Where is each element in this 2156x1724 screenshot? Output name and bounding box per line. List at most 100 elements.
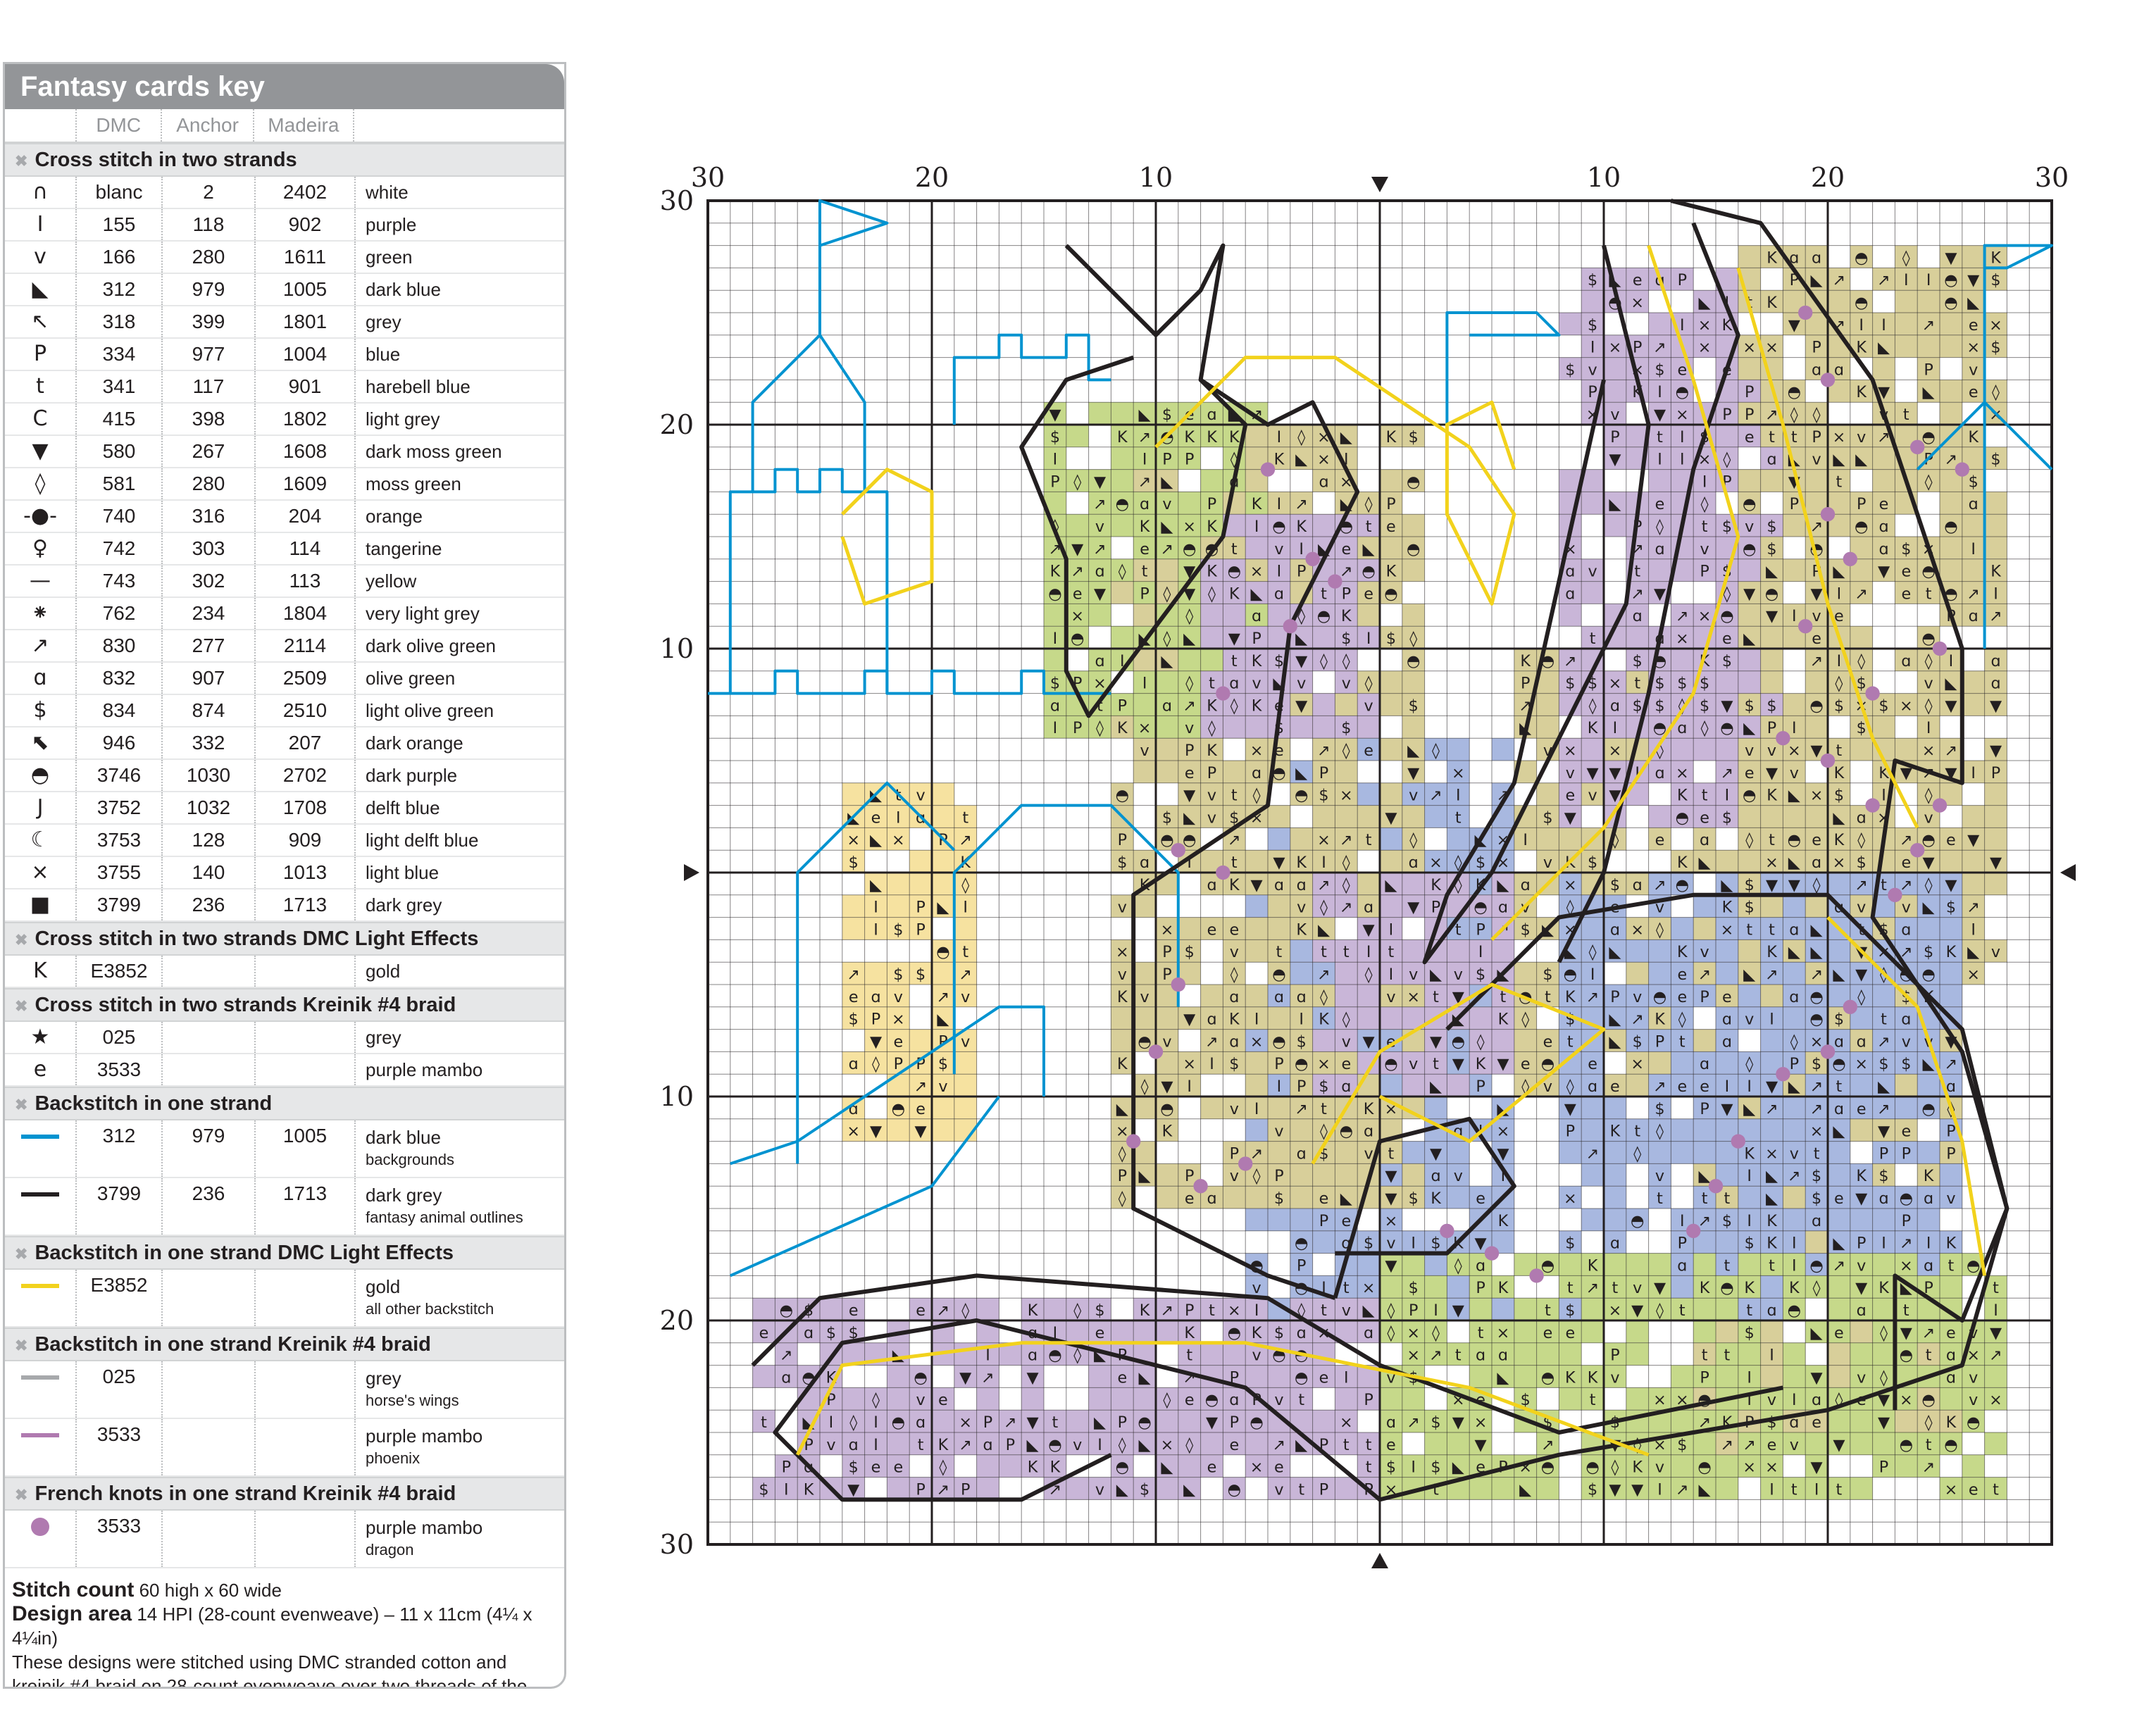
stitch-symbol: e [1700,808,1709,827]
stitch-symbol: ◓ [1361,563,1375,581]
stitch-cell [1716,1454,1738,1478]
stitch-symbol: $ [1766,697,1776,715]
madeira-code: 1713 [256,889,356,920]
stitch-symbol: ▼ [1251,876,1264,894]
stitch-symbol: I [1881,316,1886,335]
stitch-cell [1223,761,1246,783]
stitch-symbol: ɑ [1319,473,1328,491]
stitch-symbol: ◣ [1699,294,1712,312]
stitch-symbol: $ [916,966,926,984]
stitch-symbol: ↗ [1855,585,1868,603]
stitch-symbol: ↗ [1295,495,1308,513]
stitch-symbol: ↗ [1945,1055,1958,1073]
stitch-symbol: $ [1722,652,1732,670]
stitch-symbol: × [1900,1256,1913,1275]
stitch-cell [1290,827,1313,851]
stitch-symbol: P [1745,383,1754,401]
stitch-cell [1312,1029,1335,1052]
stitch-symbol: ◓ [1653,988,1666,1006]
stitch-symbol: e [1274,1458,1284,1477]
anchor-code: 979 [163,1120,256,1177]
stitch-symbol: e [1901,563,1911,581]
stitch-symbol: P [1274,1167,1283,1185]
stitch-symbol: ◣ [1497,876,1509,894]
stitch-cell [1895,290,1918,313]
stitch-symbol: ▼ [1766,607,1778,625]
stitch-cell [1021,1387,1044,1411]
stitch-symbol: $ [1565,361,1575,379]
stitch-symbol: P [1566,1123,1575,1141]
stitch-symbol: e [1745,764,1755,782]
colour-name: light grey [366,408,440,430]
stitch-symbol: ◊ [1320,652,1328,670]
stitch-symbol: ↗ [1922,1324,1936,1342]
stitch-symbol: v [961,1032,970,1051]
stitch-cell [1626,939,1649,963]
stitch-symbol: ◣ [1318,920,1331,939]
stitch-symbol: ɑ [1946,1347,1956,1365]
stitch-symbol: × [1810,1032,1824,1051]
stitch-cell [1469,1365,1492,1388]
stitch-cell [1872,1432,1895,1455]
section-heading-text: Cross stitch in two strands DMC Light Ef… [35,927,479,950]
stitch-symbol: $ [1766,540,1776,558]
stitch-cell [1088,604,1111,627]
anchor-code [163,1054,256,1085]
stitch-symbol: ◓ [1697,1391,1711,1409]
stitch-cell [1402,1141,1425,1164]
stitch-symbol: $ [1543,966,1552,984]
stitch-cell [1335,761,1358,783]
stitch-symbol: ◊ [939,1458,947,1477]
stitch-symbol: K [1274,451,1285,469]
stitch-symbol: I [1680,451,1685,469]
madeira-code: 2702 [256,760,356,791]
stitch-cell [1850,1410,1873,1432]
stitch-symbol: ◓ [1676,876,1689,894]
madeira-code: 1004 [256,339,356,370]
stitch-cell [1357,1253,1380,1276]
stitch-symbol: $ [1431,1458,1440,1477]
stitch-symbol: e [1386,518,1396,536]
stitch-symbol: e [871,1458,881,1477]
stitch-symbol: v [1454,966,1463,984]
stitch-symbol: e [1543,1324,1553,1342]
stitch-symbol: v [1969,1391,1978,1409]
stitch-cell [1447,1186,1470,1208]
stitch-symbol: e [1386,1436,1396,1454]
stitch-symbol: ɑ [1610,920,1620,939]
stitch-cell [1984,1365,2007,1388]
stitch-symbol: ◊ [1320,899,1328,917]
stitch-cell [1200,469,1223,492]
stitch-symbol: $ [1766,518,1776,536]
key-row: t 341 117 901 harebell blue [5,371,564,404]
stitch-symbol: ▼ [870,1123,883,1141]
stitch-symbol: ◣ [892,1347,905,1365]
colour-name: gold [366,961,401,982]
stitch-symbol: × [1698,607,1712,625]
stitch-symbol: ɑ [1878,518,1888,536]
stitch-cell [1581,492,1604,515]
stitch-cell [1111,626,1134,649]
stitch-cell [1581,1208,1604,1231]
stitch-cell [842,917,865,940]
stitch-cell [1738,1253,1761,1276]
stitch-symbol: $ [1409,697,1419,715]
french-knot [1305,551,1320,566]
stitch-symbol: ◣ [1833,1235,1845,1253]
stitch-symbol: t [1366,1458,1372,1477]
symbol-icon: I [5,209,77,240]
stitch-symbol: ɑ [1431,1167,1440,1185]
stitch-symbol: ▼ [1855,1189,1868,1208]
stitch-symbol: ◊ [1118,1189,1126,1208]
stitch-cell [1671,738,1694,761]
stitch-symbol: I [1142,675,1147,693]
stitch-symbol: ◊ [1409,831,1417,849]
stitch-symbol: $ [1677,675,1687,693]
stitch-symbol: t [1545,1301,1551,1320]
stitch-cell [1088,1365,1111,1388]
stitch-symbol: ◊ [1925,473,1933,491]
stitch-symbol: I [873,899,878,917]
stitch-symbol: $ [1924,943,1933,961]
stitch-cell [1917,1141,1940,1164]
stitch-symbol: ▼ [1766,1078,1778,1096]
